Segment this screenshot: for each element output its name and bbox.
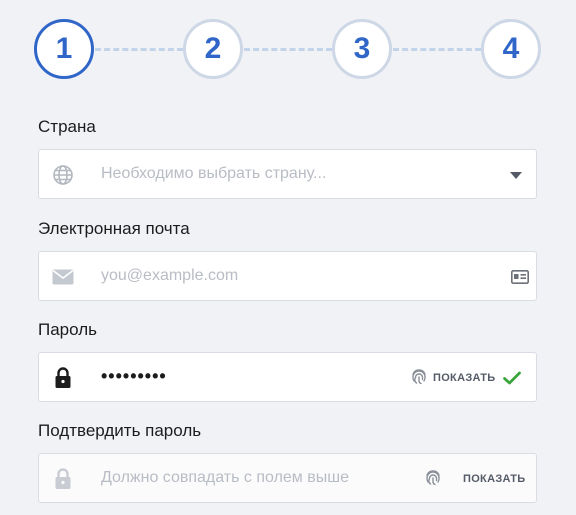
email-placeholder: you@example.com: [101, 267, 239, 284]
password-value: •••••••••: [101, 366, 167, 386]
checkmark-icon: [500, 366, 524, 390]
show-password-button[interactable]: ПОКАЗАТЬ: [411, 367, 495, 389]
fingerprint-icon: [411, 368, 427, 389]
confirm-password-placeholder: Должно совпадать с полем выше: [101, 469, 349, 486]
password-field[interactable]: ••••••••• ПОКАЗАТЬ: [38, 352, 537, 402]
id-card-icon[interactable]: [508, 265, 532, 289]
envelope-icon: [51, 265, 75, 289]
confirm-password-field[interactable]: Должно совпадать с полем выше ПОКАЗАТЬ: [38, 453, 537, 503]
step-2[interactable]: 2: [183, 19, 243, 79]
caret-down-icon[interactable]: [504, 163, 528, 187]
step-4[interactable]: 4: [481, 19, 541, 79]
country-placeholder: Необходимо выбрать страну...: [101, 165, 327, 182]
country-label: Страна: [38, 117, 96, 136]
show-confirm-password-label: ПОКАЗАТЬ: [463, 473, 526, 485]
step-connector: [244, 48, 332, 51]
signup-form-page: 1 2 3 4 Страна Необходимо выбрать страну…: [0, 0, 576, 515]
show-password-label: ПОКАЗАТЬ: [433, 372, 496, 384]
email-label: Электронная почта: [38, 219, 190, 238]
step-1[interactable]: 1: [34, 19, 94, 79]
country-select[interactable]: Необходимо выбрать страну...: [38, 149, 537, 199]
email-field[interactable]: you@example.com: [38, 251, 537, 301]
step-connector: [95, 48, 183, 51]
step-3[interactable]: 3: [332, 19, 392, 79]
password-label: Пароль: [38, 320, 97, 339]
globe-icon: [51, 163, 75, 187]
show-confirm-password-button[interactable]: ПОКАЗАТЬ: [425, 468, 525, 490]
step-connector: [393, 48, 481, 51]
lock-icon: [51, 467, 75, 491]
confirm-password-label: Подтвердить пароль: [38, 421, 202, 440]
fingerprint-icon: [425, 469, 441, 490]
progress-stepper: 1 2 3 4: [0, 0, 576, 100]
lock-icon: [51, 366, 75, 390]
